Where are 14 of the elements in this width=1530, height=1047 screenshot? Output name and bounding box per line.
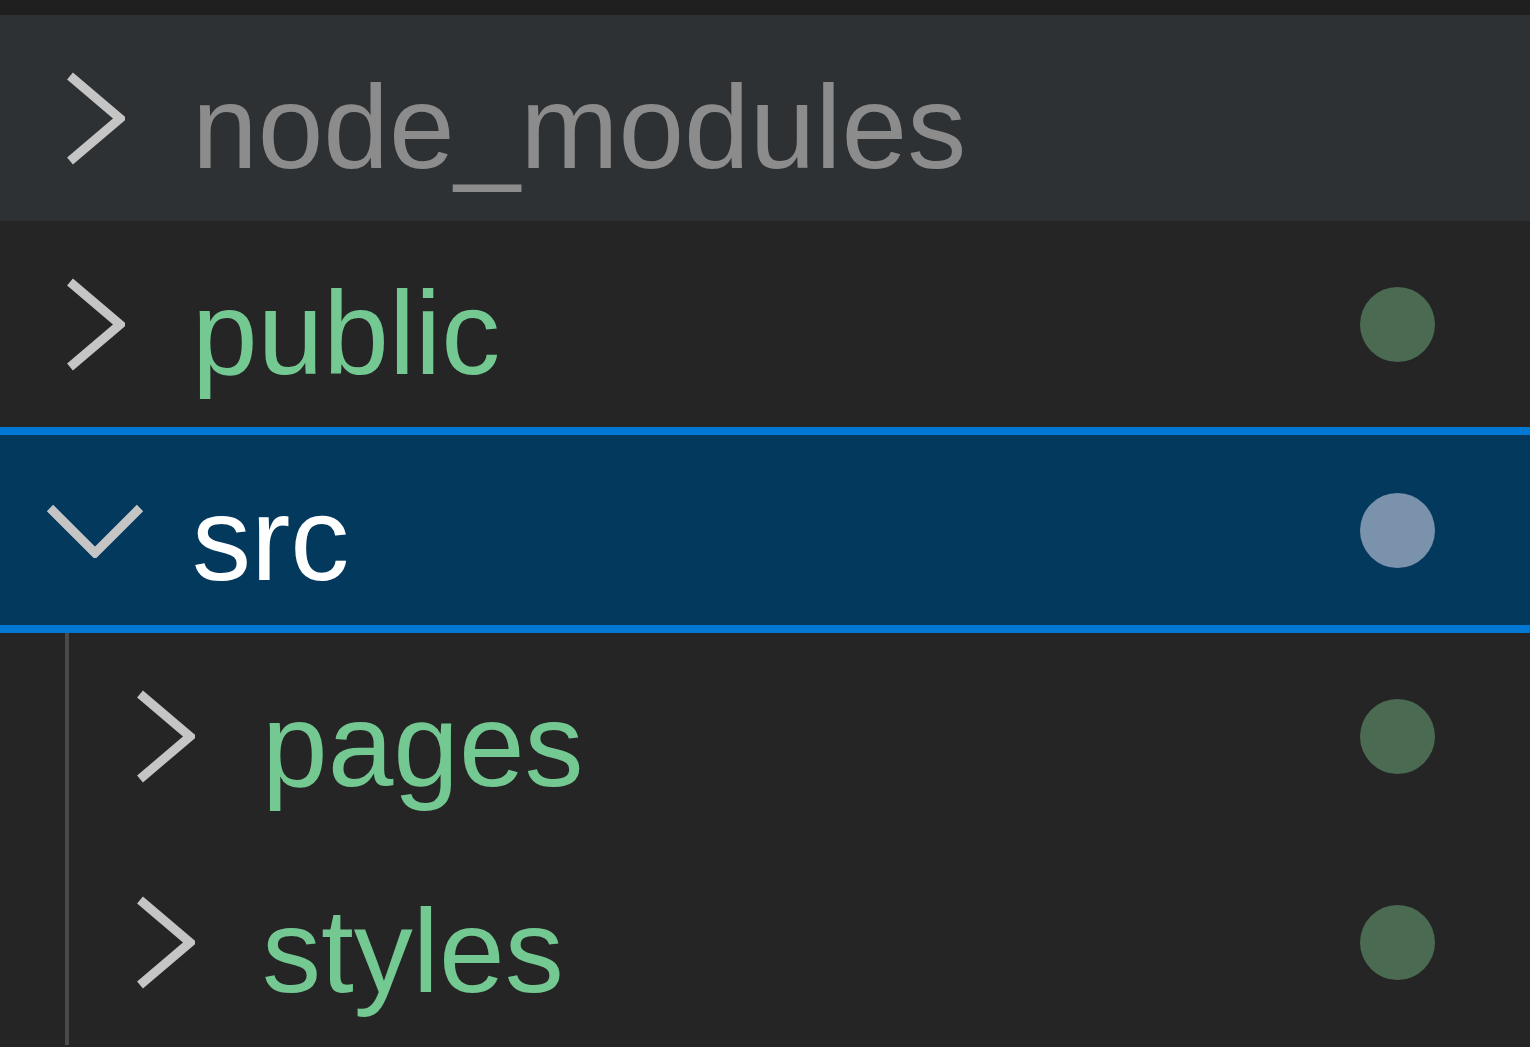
chevron-right-icon[interactable] [135,894,195,990]
tree-item[interactable]: src [0,427,1530,633]
tree-item[interactable]: styles [0,839,1530,1045]
folder-name: src [192,472,350,608]
folder-name: pages [262,678,584,814]
folder-name: public [192,266,501,402]
chevron-right-icon[interactable] [135,688,195,784]
tree-item[interactable]: pages [0,633,1530,839]
folder-name: node_modules [192,60,967,196]
tree-item[interactable]: node_modules [0,15,1530,221]
folder-name: styles [262,884,564,1020]
chevron-right-icon[interactable] [65,276,125,372]
chevron-down-icon[interactable] [45,502,145,558]
chevron-right-icon[interactable] [65,70,125,166]
